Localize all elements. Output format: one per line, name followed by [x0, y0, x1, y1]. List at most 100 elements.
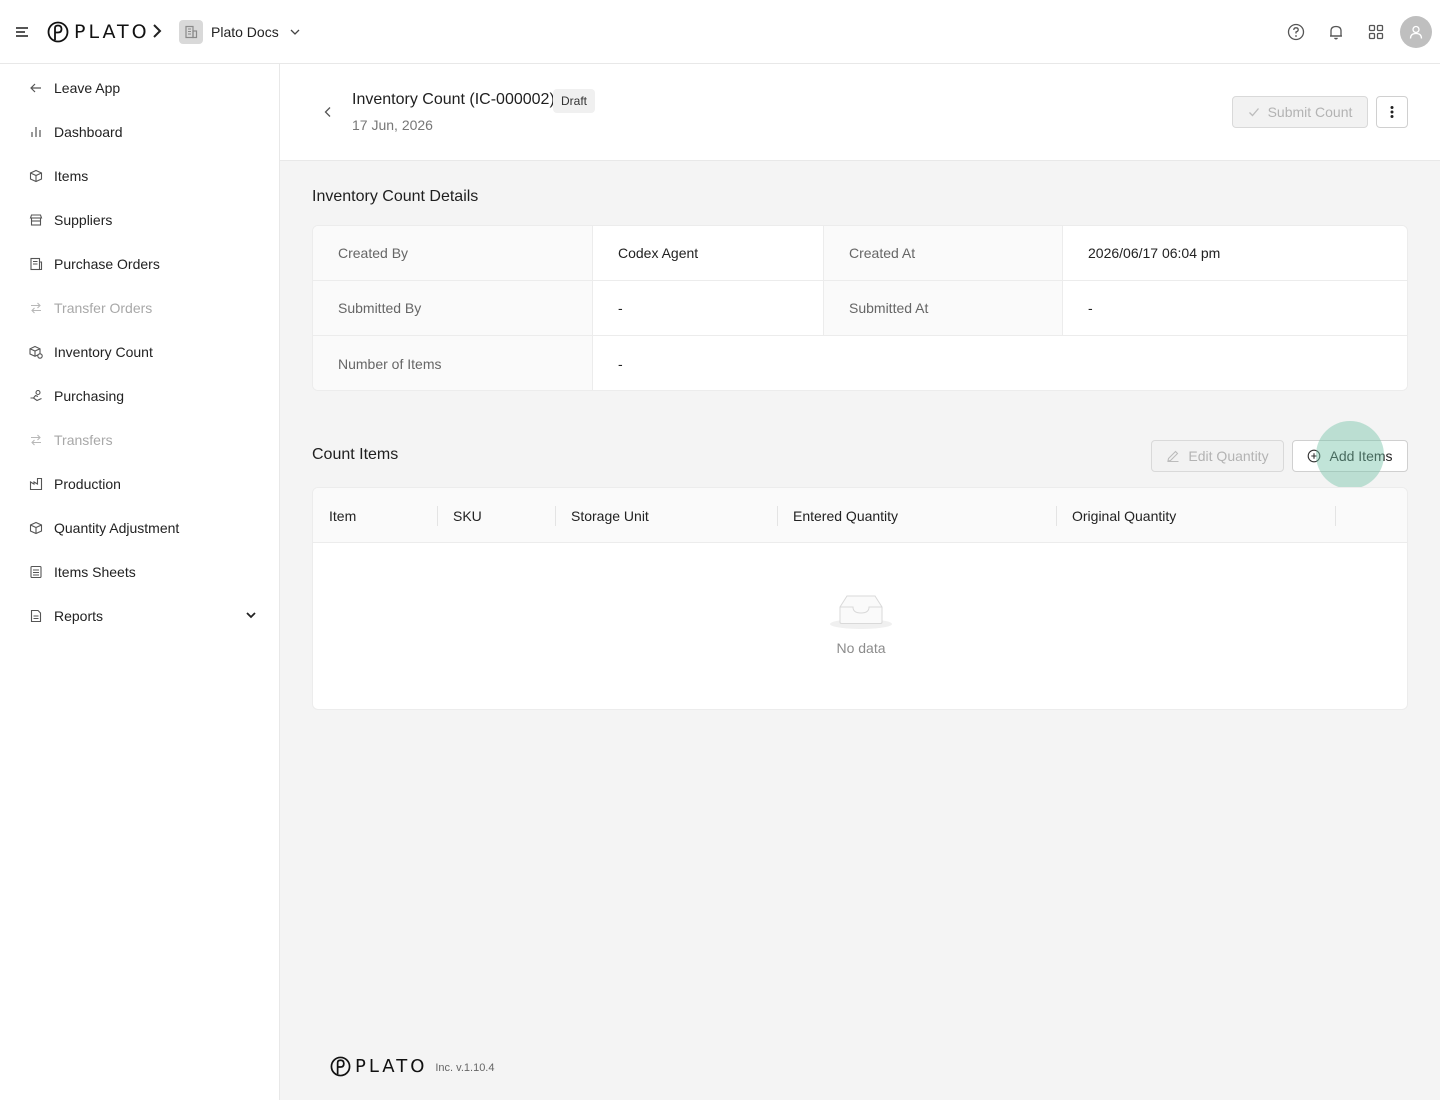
add-items-label: Add Items [1329, 448, 1393, 464]
pencil-icon [1166, 449, 1180, 463]
footer-logo-text: PLATO [355, 1056, 428, 1077]
sidebar-item-reports[interactable]: Reports [0, 594, 279, 638]
arrow-left-icon [28, 80, 44, 96]
breadcrumb-chevron-icon [151, 22, 163, 45]
sidebar-item-label: Leave App [54, 80, 121, 96]
plus-circle-icon [1307, 449, 1321, 463]
add-items-button[interactable]: Add Items [1292, 440, 1408, 472]
sidebar-item-transfer-orders: Transfer Orders [0, 286, 279, 330]
created-by-value: Codex Agent [593, 226, 824, 281]
user-avatar[interactable] [1400, 16, 1432, 48]
sidebar-item-items[interactable]: Items [0, 154, 279, 198]
sidebar-item-purchasing[interactable]: Purchasing [0, 374, 279, 418]
count-items-title: Count Items [312, 446, 399, 463]
page-title: Inventory Count (IC-000002) [352, 91, 555, 108]
purchasing-icon [28, 388, 44, 404]
status-badge: Draft [553, 89, 596, 113]
box-icon [28, 168, 44, 184]
empty-state-text: No data [836, 640, 886, 656]
sheet-icon [28, 564, 44, 580]
sidebar-item-label: Inventory Count [54, 344, 153, 360]
chevron-down-icon [246, 612, 256, 619]
number-of-items-label: Number of Items [313, 336, 593, 390]
count-items-table: Item SKU Storage Unit Entered Quantity O… [312, 487, 1408, 710]
transfer-icon [28, 300, 44, 316]
apps-grid-icon[interactable] [1366, 22, 1386, 42]
logo-text: PLATO [74, 21, 150, 43]
user-icon [1409, 25, 1423, 39]
building-icon [179, 20, 203, 44]
footer-version: Inc. v.1.10.4 [435, 1062, 495, 1074]
edit-quantity-label: Edit Quantity [1188, 448, 1269, 464]
sidebar-item-label: Purchase Orders [54, 256, 160, 272]
page-date: 17 Jun, 2026 [352, 117, 433, 133]
transfer-icon [28, 432, 44, 448]
created-at-label: Created At [824, 226, 1063, 281]
menu-toggle-icon[interactable] [16, 24, 32, 40]
sidebar-item-label: Dashboard [54, 124, 123, 140]
sidebar-item-inventory-count[interactable]: Inventory Count [0, 330, 279, 374]
main-content: Inventory Count (IC-000002) Draft 17 Jun… [280, 64, 1440, 1100]
edit-quantity-button[interactable]: Edit Quantity [1151, 440, 1284, 472]
submitted-by-value: - [593, 281, 824, 336]
bell-icon[interactable] [1326, 22, 1346, 42]
sidebar-item-label: Reports [54, 608, 104, 624]
column-header-original-quantity: Original Quantity [1072, 507, 1177, 524]
column-header-entered-quantity: Entered Quantity [793, 507, 899, 524]
more-options-button[interactable] [1376, 96, 1408, 128]
sidebar-item-purchase-orders[interactable]: Purchase Orders [0, 242, 279, 286]
sidebar-item-suppliers[interactable]: Suppliers [0, 198, 279, 242]
sidebar-item-production[interactable]: Production [0, 462, 279, 506]
sidebar-item-label: Transfer Orders [54, 300, 153, 316]
empty-inbox-icon [830, 595, 892, 629]
sidebar-item-label: Items Sheets [54, 564, 136, 580]
adjust-box-icon [28, 520, 44, 536]
submitted-at-label: Submitted At [824, 281, 1063, 336]
report-icon [28, 608, 44, 624]
chevron-down-icon [290, 29, 300, 35]
sidebar-item-label: Quantity Adjustment [54, 520, 180, 536]
back-chevron-icon[interactable] [320, 104, 336, 120]
help-icon[interactable] [1286, 22, 1306, 42]
details-section-title: Inventory Count Details [312, 188, 479, 205]
sidebar-item-label: Items [54, 168, 89, 184]
details-table: Created By Codex Agent Created At 2026/0… [312, 225, 1408, 391]
sidebar-item-label: Production [54, 476, 121, 492]
sidebar-item-quantity-adjustment[interactable]: Quantity Adjustment [0, 506, 279, 550]
created-by-label: Created By [313, 226, 593, 281]
sidebar-item-leave-app[interactable]: Leave App [0, 66, 279, 110]
column-header-storage-unit: Storage Unit [571, 507, 649, 524]
vertical-dots-icon [1390, 106, 1394, 118]
org-name: Plato Docs [211, 24, 279, 40]
column-header-sku: SKU [453, 507, 482, 524]
footer: PLATO Inc. v.1.10.4 [330, 1056, 494, 1077]
top-bar: PLATO Plato Docs [0, 0, 1440, 64]
submitted-by-label: Submitted By [313, 281, 593, 336]
bar-chart-icon [28, 124, 44, 140]
plato-logo-mark-icon [47, 21, 69, 43]
sidebar-item-items-sheets[interactable]: Items Sheets [0, 550, 279, 594]
created-at-value: 2026/06/17 06:04 pm [1063, 226, 1407, 281]
sidebar: Leave App Dashboard Items Suppliers Purc… [0, 64, 280, 1100]
submit-count-button[interactable]: Submit Count [1232, 96, 1368, 128]
factory-icon [28, 476, 44, 492]
sidebar-item-transfers: Transfers [0, 418, 279, 462]
empty-state: No data [313, 588, 1407, 656]
sidebar-item-dashboard[interactable]: Dashboard [0, 110, 279, 154]
plato-logo[interactable]: PLATO [47, 21, 150, 43]
plato-logo-mark-icon [330, 1056, 351, 1077]
sidebar-item-label: Transfers [54, 432, 113, 448]
purchase-order-icon [28, 256, 44, 272]
submit-count-label: Submit Count [1267, 104, 1353, 120]
sidebar-item-label: Suppliers [54, 212, 113, 228]
org-switcher[interactable]: Plato Docs [179, 20, 301, 44]
number-of-items-value: - [593, 336, 1407, 390]
table-header: Item SKU Storage Unit Entered Quantity O… [313, 488, 1407, 543]
inventory-count-icon [28, 344, 44, 360]
sidebar-item-label: Purchasing [54, 388, 125, 404]
submitted-at-value: - [1063, 281, 1407, 336]
page-header: Inventory Count (IC-000002) Draft 17 Jun… [280, 64, 1440, 161]
store-icon [28, 212, 44, 228]
column-header-item: Item [329, 507, 357, 524]
check-icon [1248, 106, 1260, 118]
